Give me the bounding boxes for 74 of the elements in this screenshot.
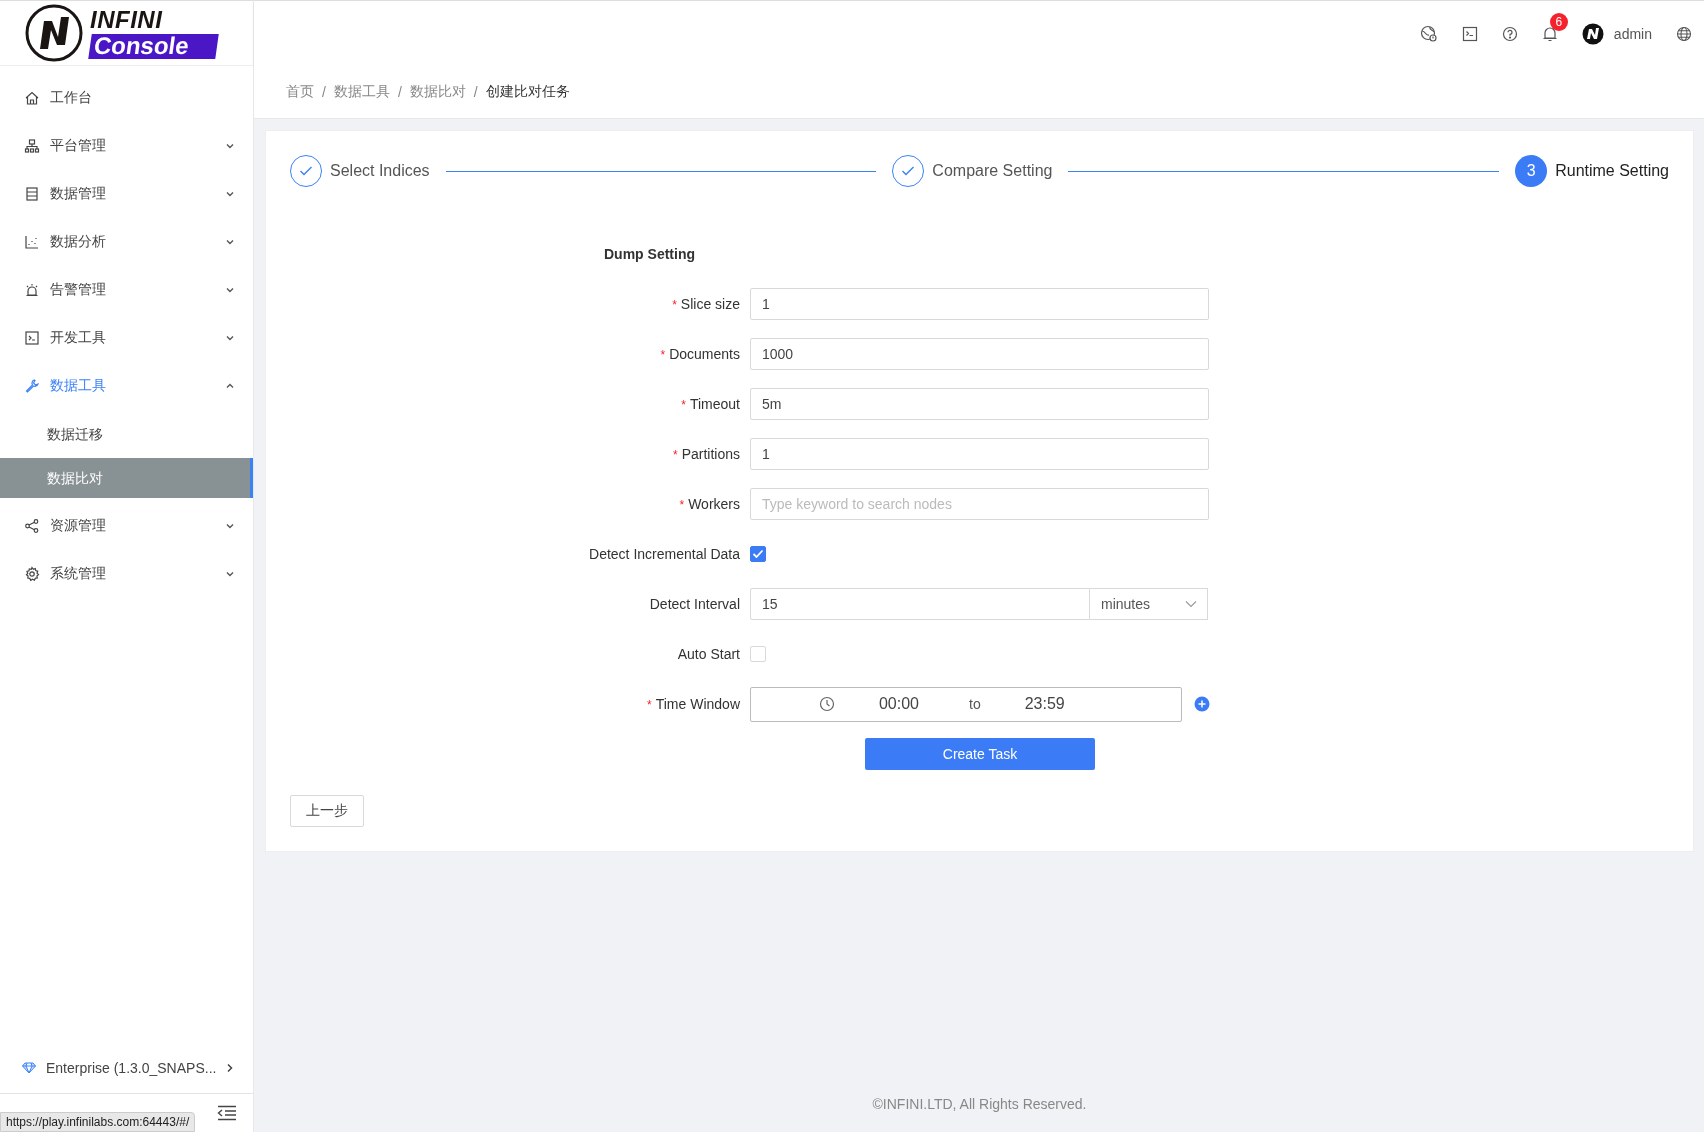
field-label: Auto Start (676, 646, 740, 662)
input-field[interactable]: 1 (750, 288, 1209, 320)
edition-link[interactable]: Enterprise (1.3.0_SNAPS... (0, 1043, 253, 1094)
step-title: Select Indices (330, 162, 430, 180)
chevron-down-icon (1185, 600, 1197, 608)
start-time: 00:00 (877, 695, 920, 713)
share-icon (24, 518, 40, 534)
field-label: * Slice size (671, 296, 740, 312)
back-button[interactable]: 上一步 (290, 795, 364, 827)
breadcrumb-current: 创建比对任务 (485, 83, 570, 101)
breadcrumb-separator: / (397, 84, 402, 100)
database-icon (24, 186, 40, 202)
avatar-icon (1581, 22, 1604, 45)
chart-icon (24, 234, 40, 250)
create-task-button[interactable]: Create Task (865, 738, 1095, 770)
section-title: Dump Setting (603, 246, 696, 262)
sitemap-icon (24, 138, 40, 154)
alarm-icon (24, 282, 40, 298)
terminal-icon (24, 330, 40, 346)
field-label: Detect Interval (648, 596, 740, 612)
clock-icon (819, 696, 835, 712)
breadcrumb-link[interactable]: 首页 (286, 83, 314, 101)
field-label: * Partitions (671, 446, 740, 462)
notification-bell-icon[interactable] (1541, 24, 1558, 43)
input-field[interactable]: Type keyword to search nodes (750, 488, 1209, 520)
field-label: * Workers (678, 496, 740, 512)
step-number: 3 (1515, 155, 1548, 187)
wrench-icon (24, 378, 40, 394)
terminal-icon[interactable] (1461, 25, 1478, 42)
language-icon[interactable] (1676, 25, 1692, 42)
sidebar-item[interactable]: 数据管理 (0, 170, 253, 218)
sidebar-item[interactable]: 系统管理 (0, 550, 253, 598)
step-title: Runtime Setting (1555, 162, 1669, 180)
input-field[interactable]: 1 (750, 438, 1209, 470)
unit-select[interactable]: minutes (1090, 588, 1208, 620)
checkbox[interactable] (750, 546, 766, 562)
notification-count: 6 (1549, 12, 1568, 31)
logo-subtitle: Console (88, 33, 219, 59)
settings-icon (24, 566, 40, 582)
breadcrumb-link[interactable]: 数据比对 (409, 83, 466, 101)
home-icon (24, 90, 40, 106)
status-url: https://play.infinilabs.com:64443/#/ (0, 1112, 196, 1132)
copyright-text: ©INFINI.LTD, All Rights Reserved. (871, 1096, 1088, 1114)
field-label: * Timeout (680, 396, 740, 412)
sidebar-item[interactable]: 平台管理 (0, 122, 253, 170)
breadcrumb-link[interactable]: 数据工具 (333, 83, 390, 101)
sidebar-item[interactable]: 数据工具 (0, 362, 253, 410)
step-title: Compare Setting (932, 162, 1053, 180)
time-range-picker[interactable]: 00:00 to 23:59 (750, 686, 1182, 722)
sidebar-item[interactable]: 开发工具 (0, 314, 253, 362)
field-label: * Time Window (646, 696, 740, 712)
breadcrumb-separator: / (322, 84, 326, 100)
range-separator: to (969, 696, 981, 712)
input-field[interactable]: 5m (750, 388, 1209, 420)
logo-title: INFINI (90, 7, 164, 32)
user-menu[interactable]: admin (1581, 22, 1652, 45)
diamond-icon (22, 1062, 36, 1074)
sidebar-item[interactable]: 数据分析 (0, 218, 253, 266)
sidebar-subitem[interactable]: 数据迁移 (0, 414, 253, 454)
field-label: Detect Incremental Data (588, 546, 740, 562)
end-time: 23:59 (1023, 695, 1066, 713)
logo-icon (24, 3, 84, 63)
breadcrumb-separator: / (473, 84, 478, 100)
chevron-right-icon (226, 1063, 235, 1073)
sidebar-item[interactable]: 告警管理 (0, 266, 253, 314)
sidebar-item[interactable]: 工作台 (0, 74, 253, 122)
help-icon[interactable] (1501, 25, 1518, 42)
sidebar-item[interactable]: 资源管理 (0, 502, 253, 550)
input-field[interactable]: 15 (750, 588, 1090, 620)
collapse-menu-icon[interactable] (217, 1105, 237, 1121)
field-label: * Documents (659, 346, 740, 362)
input-field[interactable]: 1000 (750, 338, 1209, 370)
add-icon[interactable] (1194, 696, 1210, 712)
globe-icon[interactable] (1419, 24, 1438, 43)
